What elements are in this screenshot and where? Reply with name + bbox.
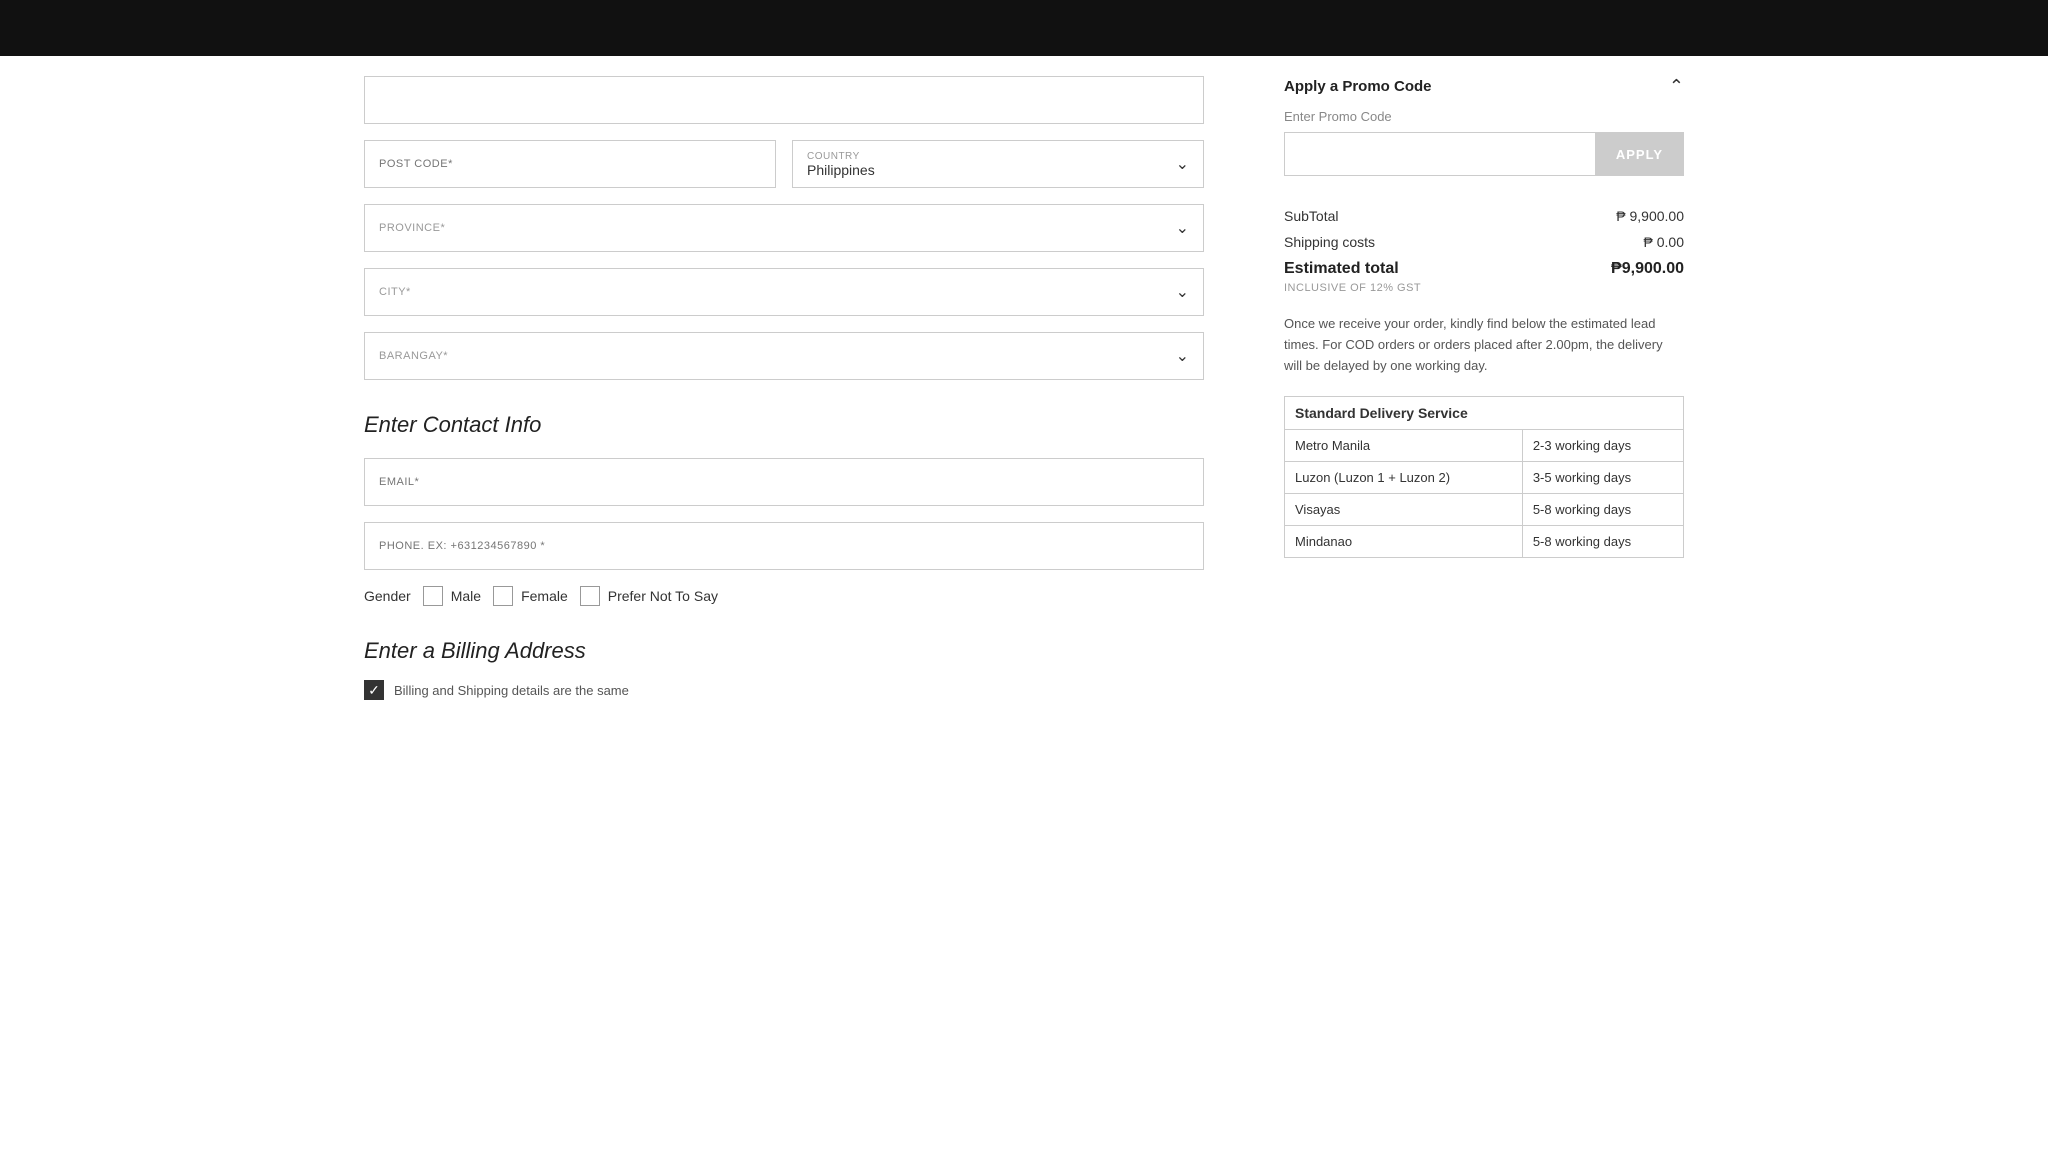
total-row: Estimated total ₱9,900.00 [1284, 260, 1684, 278]
lead-time-note: Once we receive your order, kindly find … [1284, 314, 1684, 376]
country-select-inner: COUNTRY Philippines [807, 151, 1176, 178]
chevron-down-icon: ⌄ [1176, 154, 1189, 174]
table-row: Metro Manila2-3 working days [1285, 430, 1684, 462]
promo-header[interactable]: Apply a Promo Code ⌃ [1284, 76, 1684, 109]
email-field[interactable] [364, 458, 1204, 506]
subtotal-label: SubTotal [1284, 208, 1338, 224]
promo-title: Apply a Promo Code [1284, 78, 1432, 95]
postcode-field[interactable] [364, 140, 776, 188]
checkmark-icon: ✓ [368, 682, 380, 699]
barangay-label: BARANGAY* [379, 350, 1176, 362]
phone-field[interactable] [364, 522, 1204, 570]
female-label: Female [521, 588, 568, 604]
total-value: ₱9,900.00 [1611, 260, 1684, 278]
order-summary: SubTotal ₱ 9,900.00 Shipping costs ₱ 0.0… [1284, 208, 1684, 558]
top-bar [0, 0, 2048, 56]
phone-input[interactable] [379, 540, 1189, 552]
female-option[interactable]: Female [493, 586, 568, 606]
gst-note: INCLUSIVE OF 12% GST [1284, 282, 1684, 294]
delivery-table-header: Standard Delivery Service [1285, 397, 1684, 430]
email-input[interactable] [379, 476, 1189, 488]
country-label: COUNTRY [807, 151, 1176, 162]
chevron-down-icon: ⌄ [1176, 218, 1189, 238]
billing-option[interactable]: ✓ Billing and Shipping details are the s… [364, 680, 1204, 700]
time-cell: 5-8 working days [1522, 526, 1683, 558]
billing-section-title: Enter a Billing Address [364, 638, 1204, 664]
region-cell: Luzon (Luzon 1 + Luzon 2) [1285, 462, 1523, 494]
chevron-down-icon: ⌄ [1176, 346, 1189, 366]
table-row: Luzon (Luzon 1 + Luzon 2)3-5 working day… [1285, 462, 1684, 494]
chevron-up-icon: ⌃ [1669, 76, 1684, 97]
postcode-country-row: COUNTRY Philippines ⌄ [364, 140, 1204, 188]
country-value: Philippines [807, 162, 1176, 178]
region-cell: Visayas [1285, 494, 1523, 526]
time-cell: 5-8 working days [1522, 494, 1683, 526]
promo-apply-button[interactable]: APPLY [1595, 132, 1684, 176]
male-option[interactable]: Male [423, 586, 481, 606]
postcode-input[interactable] [379, 158, 761, 170]
table-row: Mindanao5-8 working days [1285, 526, 1684, 558]
male-label: Male [451, 588, 481, 604]
female-checkbox[interactable] [493, 586, 513, 606]
time-cell: 3-5 working days [1522, 462, 1683, 494]
region-cell: Metro Manila [1285, 430, 1523, 462]
city-label: CITY* [379, 286, 1176, 298]
subtotal-row: SubTotal ₱ 9,900.00 [1284, 208, 1684, 224]
top-placeholder-field [364, 76, 1204, 124]
city-dropdown[interactable]: CITY* ⌄ [364, 268, 1204, 316]
promo-code-input[interactable] [1284, 132, 1595, 176]
left-column: COUNTRY Philippines ⌄ PROVINCE* ⌄ CITY* … [364, 56, 1204, 700]
time-cell: 2-3 working days [1522, 430, 1683, 462]
region-cell: Mindanao [1285, 526, 1523, 558]
contact-section-title: Enter Contact Info [364, 412, 1204, 438]
promo-input-row: APPLY [1284, 132, 1684, 176]
shipping-value: ₱ 0.00 [1644, 234, 1684, 250]
delivery-table: Standard Delivery Service Metro Manila2-… [1284, 396, 1684, 558]
province-label: PROVINCE* [379, 222, 1176, 234]
total-label: Estimated total [1284, 260, 1399, 278]
prefer-not-to-say-checkbox[interactable] [580, 586, 600, 606]
shipping-row: Shipping costs ₱ 0.00 [1284, 234, 1684, 250]
right-column: Apply a Promo Code ⌃ Enter Promo Code AP… [1284, 56, 1684, 700]
billing-same-checkbox[interactable]: ✓ [364, 680, 384, 700]
gender-row: Gender Male Female Prefer Not To Say [364, 586, 1204, 606]
billing-option-label: Billing and Shipping details are the sam… [394, 683, 629, 698]
province-dropdown[interactable]: PROVINCE* ⌄ [364, 204, 1204, 252]
promo-section: Apply a Promo Code ⌃ Enter Promo Code AP… [1284, 76, 1684, 176]
subtotal-value: ₱ 9,900.00 [1616, 208, 1684, 224]
prefer-not-to-say-label: Prefer Not To Say [608, 588, 718, 604]
chevron-down-icon: ⌄ [1176, 282, 1189, 302]
table-row: Visayas5-8 working days [1285, 494, 1684, 526]
promo-label: Enter Promo Code [1284, 109, 1684, 124]
male-checkbox[interactable] [423, 586, 443, 606]
prefer-not-to-say-option[interactable]: Prefer Not To Say [580, 586, 718, 606]
barangay-dropdown[interactable]: BARANGAY* ⌄ [364, 332, 1204, 380]
gender-label: Gender [364, 588, 411, 604]
country-select[interactable]: COUNTRY Philippines ⌄ [792, 140, 1204, 188]
shipping-label: Shipping costs [1284, 234, 1375, 250]
